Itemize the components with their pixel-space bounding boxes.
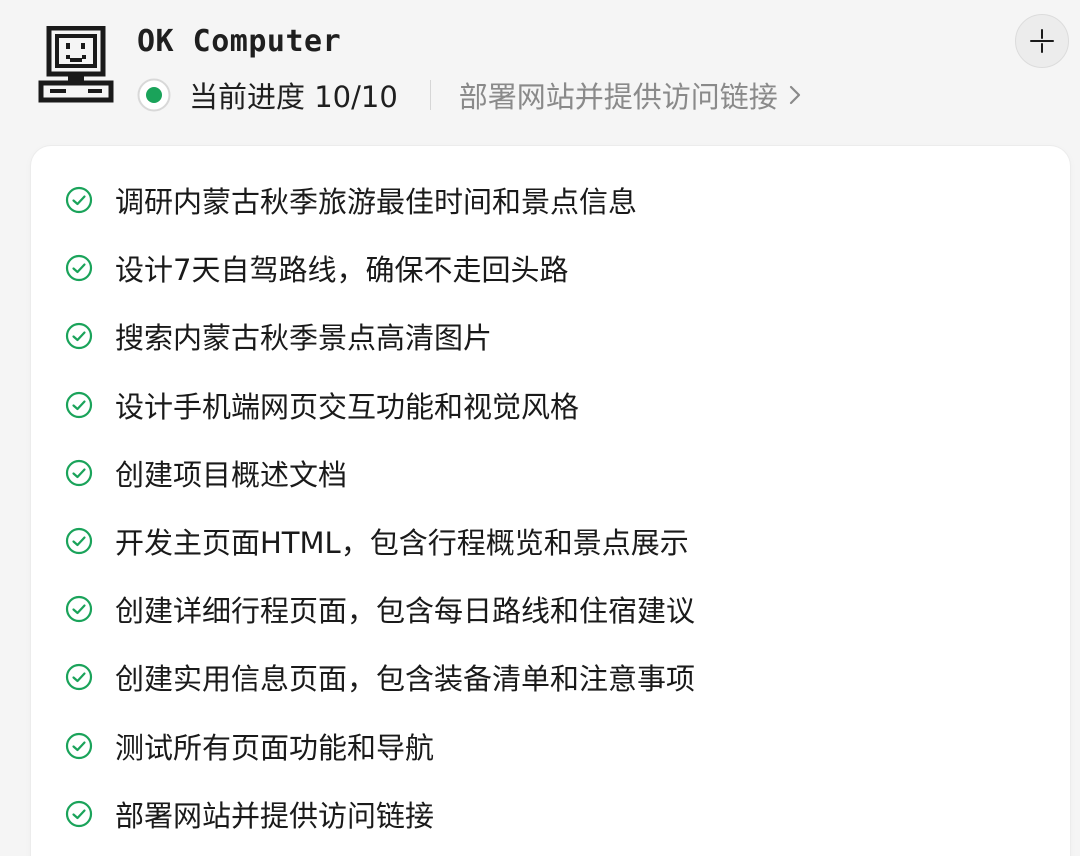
check-circle-icon bbox=[65, 527, 93, 555]
panel-header: OK Computer 当前进度 10/10 部署网站并提供访问链接 bbox=[0, 0, 1080, 146]
task-label: 设计7天自驾路线，确保不走回头路 bbox=[115, 253, 569, 288]
task-item: 创建项目概述文档 bbox=[31, 439, 1070, 507]
task-label: 调研内蒙古秋季旅游最佳时间和景点信息 bbox=[115, 185, 638, 220]
task-item: 部署网站并提供访问链接 bbox=[31, 780, 1070, 848]
task-label: 创建实用信息页面，包含装备清单和注意事项 bbox=[115, 662, 696, 697]
chevron-right-icon bbox=[789, 85, 800, 105]
computer-icon bbox=[38, 26, 114, 103]
app-title: OK Computer bbox=[137, 24, 342, 59]
task-item: 开发主页面HTML，包含行程概览和景点展示 bbox=[31, 507, 1070, 575]
collapse-icon bbox=[1030, 29, 1054, 53]
check-circle-icon bbox=[65, 800, 93, 827]
task-label: 创建项目概述文档 bbox=[115, 457, 348, 492]
task-item: 设计7天自驾路线，确保不走回头路 bbox=[31, 234, 1070, 302]
task-item: 测试所有页面功能和导航 bbox=[31, 712, 1070, 780]
task-label: 开发主页面HTML，包含行程概览和景点展示 bbox=[115, 526, 689, 561]
status-dot-icon bbox=[137, 78, 171, 112]
task-item: 创建实用信息页面，包含装备清单和注意事项 bbox=[31, 643, 1070, 711]
task-list: 调研内蒙古秋季旅游最佳时间和景点信息 设计7天自驾路线，确保不走回头路 搜索内蒙古秋… bbox=[31, 166, 1070, 848]
check-circle-icon bbox=[65, 732, 93, 759]
check-circle-icon bbox=[65, 323, 93, 350]
task-item: 调研内蒙古秋季旅游最佳时间和景点信息 bbox=[31, 166, 1070, 234]
progress-counter: 当前进度 10/10 bbox=[189, 80, 398, 114]
task-label: 设计手机端网页交互功能和视觉风格 bbox=[115, 389, 580, 424]
divider bbox=[429, 80, 431, 110]
task-item: 创建详细行程页面，包含每日路线和住宿建议 bbox=[31, 575, 1070, 643]
check-circle-icon bbox=[65, 186, 93, 214]
task-label: 部署网站并提供访问链接 bbox=[115, 798, 435, 833]
check-circle-icon bbox=[65, 255, 93, 282]
task-list-card: 调研内蒙古秋季旅游最佳时间和景点信息 设计7天自驾路线，确保不走回头路 搜索内蒙古秋… bbox=[31, 146, 1070, 856]
check-circle-icon bbox=[65, 664, 93, 691]
task-progress-panel: OK Computer 当前进度 10/10 部署网站并提供访问链接 调研内蒙古… bbox=[0, 0, 1080, 856]
collapse-button[interactable] bbox=[1015, 14, 1069, 68]
check-circle-icon bbox=[65, 459, 93, 486]
task-label: 创建详细行程页面，包含每日路线和住宿建议 bbox=[115, 594, 696, 629]
task-label: 测试所有页面功能和导航 bbox=[115, 730, 435, 765]
progress-status-row: 当前进度 10/10 部署网站并提供访问链接 bbox=[137, 74, 802, 116]
task-item: 搜索内蒙古秋季景点高清图片 bbox=[31, 302, 1070, 370]
check-circle-icon bbox=[65, 596, 93, 623]
current-step-link[interactable]: 部署网站并提供访问链接 bbox=[459, 74, 802, 116]
task-label: 搜索内蒙古秋季景点高清图片 bbox=[115, 321, 493, 356]
current-step-label: 部署网站并提供访问链接 bbox=[458, 80, 778, 114]
check-circle-icon bbox=[65, 391, 93, 418]
task-item: 设计手机端网页交互功能和视觉风格 bbox=[31, 371, 1070, 439]
